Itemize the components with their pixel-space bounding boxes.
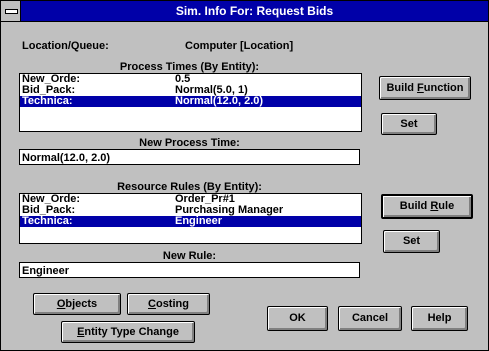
build-rule-post: ule bbox=[438, 200, 455, 212]
title-bar[interactable]: Sim. Info For: Request Bids bbox=[1, 1, 488, 22]
help-button[interactable]: Help bbox=[411, 306, 468, 331]
set-process-time-button[interactable]: Set bbox=[381, 113, 437, 135]
costing-hotkey: C bbox=[148, 298, 156, 310]
build-function-button[interactable]: Build Function bbox=[379, 76, 471, 100]
objects-post: bjects bbox=[65, 298, 98, 310]
set-2-label: Set bbox=[402, 235, 421, 247]
entity-name: Technica: bbox=[22, 95, 73, 107]
costing-post: osting bbox=[155, 298, 189, 310]
entity-name: Technica: bbox=[22, 215, 73, 227]
location-label: Location/Queue: bbox=[22, 40, 109, 52]
set-1-pre: Se bbox=[400, 118, 414, 130]
ok-label: OK bbox=[289, 312, 306, 324]
set-rule-button[interactable]: Set bbox=[383, 230, 440, 253]
entity-type-change-post: ntity Type Change bbox=[84, 326, 179, 338]
entity-value: Engineer bbox=[175, 215, 223, 227]
build-rule-button[interactable]: Build Rule bbox=[381, 194, 473, 219]
new-process-time-input[interactable]: Normal(12.0, 2.0) bbox=[19, 149, 360, 165]
list-item[interactable]: Technica: Engineer bbox=[20, 216, 361, 227]
process-times-heading: Process Times (By Entity): bbox=[119, 61, 260, 73]
entity-type-change-button[interactable]: Entity Type Change bbox=[61, 321, 195, 343]
ok-button[interactable]: OK bbox=[267, 306, 328, 331]
list-item[interactable]: Technica: Normal(12.0, 2.0) bbox=[20, 96, 361, 107]
set-1-post: t bbox=[413, 118, 418, 130]
process-times-list[interactable]: New_Orde: 0.5 Bid_Pack: Normal(5.0, 1) Techn… bbox=[19, 73, 362, 132]
system-menu-icon[interactable] bbox=[1, 1, 21, 21]
new-process-time-label: New Process Time: bbox=[139, 137, 240, 149]
build-function-post: unction bbox=[423, 82, 464, 94]
resource-rules-list[interactable]: New_Orde: Order_Pr#1 Bid_Pack: Purchasing M… bbox=[19, 193, 362, 244]
build-function-hotkey: F bbox=[417, 82, 424, 94]
location-value: Computer [Location] bbox=[185, 40, 294, 52]
new-rule-input[interactable]: Engineer bbox=[19, 262, 360, 278]
objects-button[interactable]: Objects bbox=[33, 293, 121, 315]
costing-button[interactable]: Costing bbox=[127, 293, 210, 315]
help-label: Help bbox=[427, 312, 452, 324]
build-function-pre: Build bbox=[386, 82, 418, 94]
new-rule-label: New Rule: bbox=[162, 250, 217, 262]
resource-rules-heading: Resource Rules (By Entity): bbox=[117, 181, 262, 193]
system-menu-bar bbox=[5, 9, 18, 14]
window-title: Sim. Info For: Request Bids bbox=[175, 4, 334, 18]
build-rule-pre: Build bbox=[399, 200, 431, 212]
sim-info-dialog: Sim. Info For: Request Bids Location/Que… bbox=[0, 0, 489, 351]
entity-value: Normal(12.0, 2.0) bbox=[175, 95, 264, 107]
cancel-label: Cancel bbox=[351, 312, 389, 324]
cancel-button[interactable]: Cancel bbox=[338, 306, 402, 331]
